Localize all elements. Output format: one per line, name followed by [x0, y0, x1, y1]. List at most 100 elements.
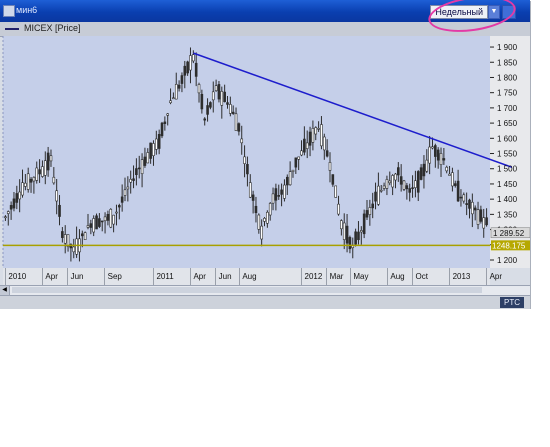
legend-line-icon — [5, 28, 19, 30]
candle — [374, 191, 377, 202]
candle — [214, 85, 218, 92]
candle — [368, 207, 372, 215]
candle — [166, 113, 170, 116]
rts-tab[interactable]: PTC — [500, 297, 524, 308]
candle — [277, 195, 281, 197]
candle — [29, 178, 33, 183]
x-tick-label: Jun — [71, 272, 84, 281]
candle — [311, 128, 315, 143]
candle — [436, 149, 440, 161]
candle — [342, 222, 346, 240]
candle — [268, 203, 272, 216]
candle — [285, 176, 289, 186]
x-tick-label: May — [353, 272, 368, 281]
candle — [422, 163, 426, 177]
candle — [399, 176, 403, 185]
candle — [251, 194, 255, 201]
candle — [300, 150, 303, 156]
candle — [4, 216, 7, 219]
candle — [209, 102, 212, 108]
candle — [6, 211, 10, 214]
candle — [9, 205, 13, 210]
y-tick-label: 1 750 — [497, 89, 518, 98]
candle — [26, 173, 30, 190]
candle — [86, 225, 90, 228]
candle — [294, 157, 298, 168]
candle — [92, 218, 95, 233]
candle — [459, 196, 463, 199]
candle — [109, 208, 113, 228]
x-tick-label: 2013 — [453, 272, 471, 281]
x-tick-label: Apr — [45, 272, 58, 281]
candle — [183, 65, 187, 76]
candle — [43, 160, 47, 176]
candle — [180, 75, 184, 84]
scrollbar-thumb[interactable] — [12, 287, 482, 293]
candle — [211, 91, 215, 101]
candle — [174, 84, 178, 100]
candle — [41, 166, 44, 177]
x-tick-label: Jun — [219, 272, 232, 281]
y-tick-label: 1 650 — [497, 119, 518, 128]
candle — [172, 97, 175, 100]
candle — [334, 185, 337, 198]
y-tick-label: 1 350 — [497, 210, 518, 219]
x-tick-label: Aug — [242, 272, 256, 281]
candle — [146, 152, 150, 164]
candle — [328, 162, 332, 171]
candle — [280, 189, 283, 195]
scroll-left-arrow-icon[interactable]: ◀ — [0, 286, 10, 295]
candle — [72, 246, 76, 253]
candle — [448, 173, 451, 176]
candle — [408, 188, 412, 193]
x-tick-label: 2011 — [156, 272, 174, 281]
candle — [274, 188, 278, 201]
horizontal-scrollbar[interactable]: ◀ — [0, 285, 530, 295]
x-tick-label: 2012 — [305, 272, 323, 281]
price-chart[interactable]: 1 900 1 850 1 800 1 750 1 700 1 650 1 600 1 550… — [0, 36, 530, 285]
candle — [89, 223, 93, 228]
candle — [192, 54, 195, 62]
candle — [485, 217, 488, 226]
window-icon — [3, 5, 15, 17]
candle — [21, 182, 24, 196]
candle — [137, 167, 141, 170]
candle — [18, 191, 21, 200]
plot-area — [3, 36, 490, 268]
candle — [345, 225, 349, 244]
candle — [129, 178, 132, 183]
candle — [331, 174, 335, 185]
candle — [248, 182, 252, 198]
x-tick-label: Mar — [330, 272, 344, 281]
candle — [24, 182, 27, 187]
candle — [388, 180, 392, 184]
candle — [231, 111, 235, 114]
candle — [189, 55, 192, 71]
candle — [377, 185, 380, 205]
y-tick-label: 1 500 — [497, 165, 518, 174]
candle — [305, 142, 309, 149]
y-tick-label: 1 200 — [497, 256, 518, 265]
candle — [425, 159, 429, 172]
candle — [479, 209, 483, 222]
candle — [200, 93, 204, 110]
candle — [416, 171, 420, 193]
candle — [442, 158, 446, 161]
candle — [206, 105, 209, 115]
candle — [371, 203, 374, 209]
candle — [451, 172, 454, 187]
candle — [297, 156, 300, 160]
candle — [382, 185, 386, 189]
candle — [271, 193, 275, 204]
candle — [365, 210, 369, 218]
x-tick-label: Oct — [416, 272, 429, 281]
window-title: мин6 — [16, 5, 38, 15]
candle — [357, 231, 360, 241]
candle — [226, 102, 229, 105]
candle — [197, 84, 201, 94]
candle — [402, 180, 406, 190]
candle — [163, 121, 167, 124]
candle — [55, 190, 58, 202]
last-price-label: 1 289.52 — [493, 229, 525, 238]
candle — [237, 123, 241, 132]
